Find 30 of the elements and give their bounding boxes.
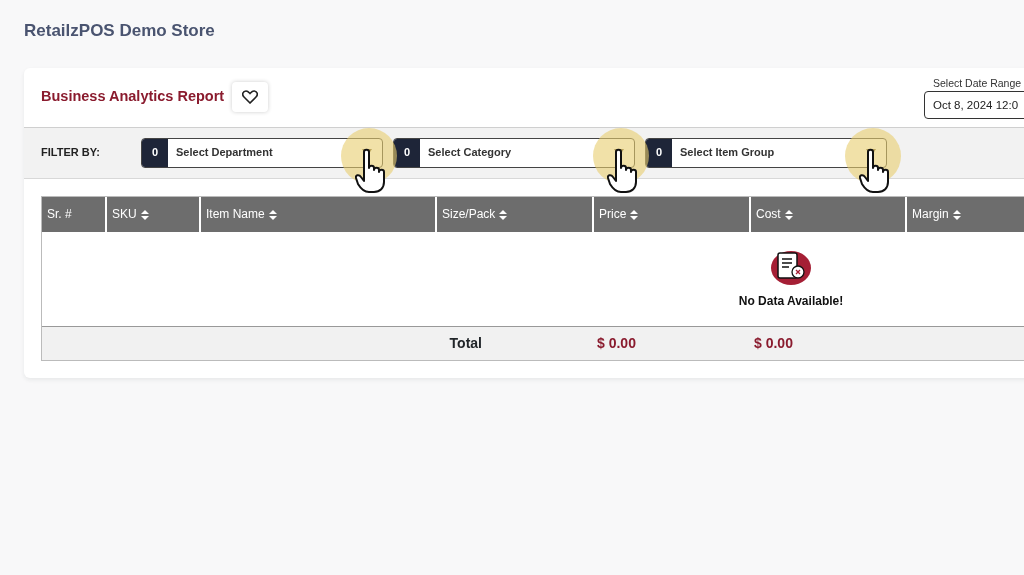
store-title: RetailzPOS Demo Store xyxy=(24,20,216,42)
total-amount: $ 0.00 xyxy=(597,334,636,351)
sort-icon xyxy=(784,209,793,220)
sort-icon xyxy=(630,209,639,220)
count-badge: 0 xyxy=(142,138,168,167)
filter-select[interactable]: 0 Select Category xyxy=(393,137,635,168)
column-header: Sr. # xyxy=(42,196,106,232)
count-badge: 0 xyxy=(646,138,672,167)
report-title: Business Analytics Report xyxy=(41,87,225,107)
sort-icon xyxy=(952,209,961,220)
total-amount: $ 0.00 xyxy=(754,334,793,351)
filter-select[interactable]: 0 Select Department xyxy=(141,137,383,168)
empty-message: No Data Available! xyxy=(738,292,844,310)
column-header[interactable]: Price xyxy=(593,196,750,232)
sort-icon xyxy=(140,209,149,220)
column-header[interactable]: Item Name xyxy=(200,196,436,232)
column-header[interactable]: Cost xyxy=(750,196,906,232)
heart-icon xyxy=(242,90,259,104)
count-badge: 0 xyxy=(394,138,420,167)
favorite-button[interactable] xyxy=(232,82,269,112)
date-range-label: Select Date Range xyxy=(930,77,1024,90)
filter-select[interactable]: 0 Select Item Group xyxy=(645,137,887,168)
total-label: Total xyxy=(448,333,482,353)
date-range-field[interactable]: Oct 8, 2024 12:0 xyxy=(924,91,1024,119)
column-header[interactable]: Size/Pack xyxy=(436,196,593,232)
column-header[interactable]: Margin xyxy=(906,196,1024,232)
column-header[interactable]: SKU xyxy=(106,196,200,232)
sort-icon xyxy=(499,209,508,220)
filter-label: FILTER BY: xyxy=(41,145,101,161)
sort-icon xyxy=(268,209,277,220)
